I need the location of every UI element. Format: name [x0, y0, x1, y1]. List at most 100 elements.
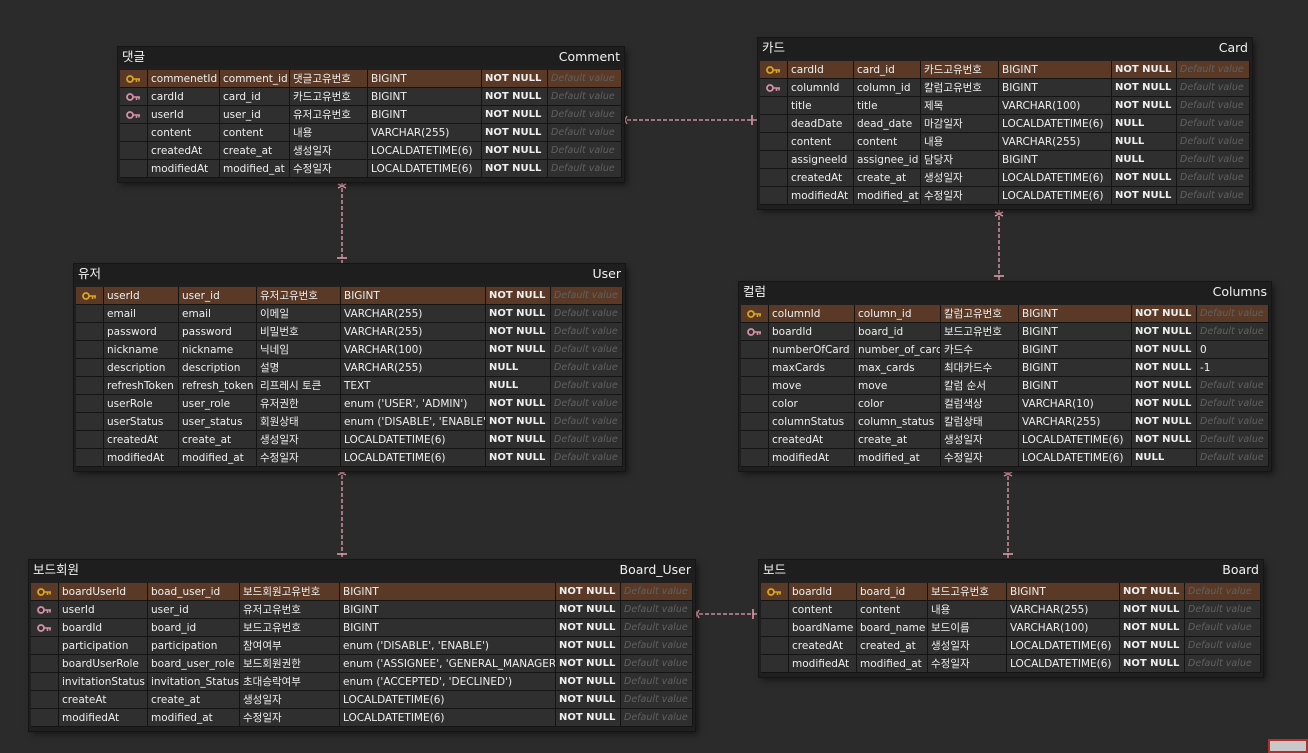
cell-name[interactable]: boardId	[769, 323, 855, 341]
cell-column[interactable]: create_at	[855, 431, 941, 449]
cell-name[interactable]: nickname	[104, 341, 179, 359]
cell-column[interactable]: modified_at	[855, 449, 941, 467]
table-row[interactable]: modifiedAt modified_at 수정일자 LOCALDATETIME(6…	[31, 709, 693, 727]
cell-column[interactable]: create_at	[220, 142, 290, 160]
table-row[interactable]: color color 컬럼색상 VARCHAR(10) NOT NULL Default…	[741, 395, 1269, 413]
cell-column[interactable]: board_id	[855, 323, 941, 341]
cell-desc[interactable]: 참여여부	[240, 637, 340, 655]
erd-canvas[interactable]: 댓글 Comment commenetId comment_id 댓글고유번호 BIGIN…	[0, 0, 1308, 753]
cell-name[interactable]: createdAt	[789, 637, 857, 655]
cell-nullable[interactable]: NOT NULL	[482, 70, 548, 88]
cell-desc[interactable]: 내용	[921, 133, 999, 151]
cell-nullable[interactable]: NOT NULL	[556, 619, 621, 637]
cell-name[interactable]: content	[148, 124, 220, 142]
cell-type[interactable]: BIGINT	[1019, 323, 1132, 341]
cell-type[interactable]: VARCHAR(255)	[341, 323, 486, 341]
cell-column[interactable]: user_status	[179, 413, 257, 431]
cell-desc[interactable]: 생성일자	[928, 637, 1007, 655]
cell-default[interactable]: Default value	[551, 413, 623, 431]
cell-name[interactable]: assigneeId	[788, 151, 854, 169]
cell-column[interactable]: user_id	[220, 106, 290, 124]
cell-default[interactable]: Default value	[548, 106, 622, 124]
cell-desc[interactable]: 칼럼고유번호	[941, 305, 1019, 323]
cell-default[interactable]: Default value	[1177, 169, 1250, 187]
cell-type[interactable]: VARCHAR(255)	[1007, 601, 1120, 619]
cell-nullable[interactable]: NOT NULL	[556, 583, 621, 601]
cell-type[interactable]: BIGINT	[340, 619, 556, 637]
cell-column[interactable]: create_at	[148, 691, 240, 709]
cell-name[interactable]: deadDate	[788, 115, 854, 133]
cell-name[interactable]: boardId	[59, 619, 148, 637]
cell-column[interactable]: board_id	[148, 619, 240, 637]
table-row[interactable]: title title 제목 VARCHAR(100) NOT NULL Default …	[760, 97, 1250, 115]
cell-default[interactable]: -1	[1197, 359, 1269, 377]
cell-type[interactable]: VARCHAR(255)	[341, 359, 486, 377]
cell-desc[interactable]: 최대카드수	[941, 359, 1019, 377]
cell-default[interactable]: Default value	[551, 395, 623, 413]
cell-type[interactable]: LOCALDATETIME(6)	[340, 709, 556, 727]
cell-desc[interactable]: 생성일자	[240, 691, 340, 709]
table-row[interactable]: boardUserId boad_user_id 보드회원고유번호 BIGINT NOT…	[31, 583, 693, 601]
cell-default[interactable]: Default value	[548, 70, 622, 88]
cell-type[interactable]: BIGINT	[1007, 583, 1120, 601]
cell-type[interactable]: LOCALDATETIME(6)	[341, 449, 486, 467]
cell-name[interactable]: maxCards	[769, 359, 855, 377]
cell-column[interactable]: refresh_token	[179, 377, 257, 395]
cell-column[interactable]: move	[855, 377, 941, 395]
cell-name[interactable]: columnStatus	[769, 413, 855, 431]
cell-default[interactable]: Default value	[548, 88, 622, 106]
cell-column[interactable]: max_cards	[855, 359, 941, 377]
table-row[interactable]: cardId card_id 카드고유번호 BIGINT NOT NULL Default…	[760, 61, 1250, 79]
table-row[interactable]: nickname nickname 닉네임 VARCHAR(100) NOT NULL D…	[76, 341, 623, 359]
cell-desc[interactable]: 유저권한	[257, 395, 341, 413]
cell-column[interactable]: board_id	[857, 583, 928, 601]
cell-default[interactable]: Default value	[551, 341, 623, 359]
table-row[interactable]: columnStatus column_status 칼럼상태 VARCHAR(255…	[741, 413, 1269, 431]
cell-type[interactable]: BIGINT	[340, 601, 556, 619]
cell-desc[interactable]: 설명	[257, 359, 341, 377]
table-row[interactable]: assigneeId assignee_id 담당자 BIGINT NULL Defaul…	[760, 151, 1250, 169]
cell-type[interactable]: enum ('DISABLE', 'ENABLE')	[341, 413, 486, 431]
cell-name[interactable]: modifiedAt	[769, 449, 855, 467]
table-row[interactable]: createdAt create_at 생성일자 LOCALDATETIME(6) NO…	[760, 169, 1250, 187]
cell-type[interactable]: VARCHAR(255)	[368, 124, 482, 142]
cell-column[interactable]: card_id	[220, 88, 290, 106]
cell-column[interactable]: dead_date	[854, 115, 921, 133]
cell-default[interactable]: Default value	[621, 691, 693, 709]
table-row[interactable]: modifiedAt modified_at 수정일자 LOCALDATETIME(6…	[760, 187, 1250, 205]
cell-default[interactable]: Default value	[551, 359, 623, 377]
cell-nullable[interactable]: NOT NULL	[482, 142, 548, 160]
table-row[interactable]: userId user_id 유저고유번호 BIGINT NOT NULL Default…	[31, 601, 693, 619]
cell-default[interactable]: Default value	[1177, 133, 1250, 151]
cell-desc[interactable]: 카드고유번호	[290, 88, 368, 106]
cell-default[interactable]: Default value	[551, 377, 623, 395]
cell-nullable[interactable]: NULL	[1132, 449, 1197, 467]
cell-desc[interactable]: 회원상태	[257, 413, 341, 431]
cell-name[interactable]: cardId	[148, 88, 220, 106]
cell-nullable[interactable]: NOT NULL	[486, 413, 551, 431]
cell-default[interactable]: Default value	[1197, 305, 1269, 323]
cell-name[interactable]: email	[104, 305, 179, 323]
cell-desc[interactable]: 비밀번호	[257, 323, 341, 341]
cell-name[interactable]: modifiedAt	[59, 709, 148, 727]
cell-desc[interactable]: 생성일자	[290, 142, 368, 160]
table-row[interactable]: createdAt created_at 생성일자 LOCALDATETIME(6) N…	[761, 637, 1261, 655]
cell-nullable[interactable]: NOT NULL	[556, 601, 621, 619]
cell-desc[interactable]: 보드회원고유번호	[240, 583, 340, 601]
cell-nullable[interactable]: NOT NULL	[1112, 97, 1177, 115]
table-row[interactable]: modifiedAt modified_at 수정일자 LOCALDATETIME(6…	[76, 449, 623, 467]
cell-desc[interactable]: 유저고유번호	[240, 601, 340, 619]
cell-name[interactable]: modifiedAt	[148, 160, 220, 178]
table-row[interactable]: boardUserRole board_user_role 보드회원권한 enum (…	[31, 655, 693, 673]
table-row[interactable]: createdAt create_at 생성일자 LOCALDATETIME(6) NO…	[76, 431, 623, 449]
cell-nullable[interactable]: NOT NULL	[1132, 377, 1197, 395]
cell-name[interactable]: commenetId	[148, 70, 220, 88]
table-row[interactable]: password password 비밀번호 VARCHAR(255) NOT NULL…	[76, 323, 623, 341]
cell-type[interactable]: VARCHAR(255)	[999, 133, 1112, 151]
table-row[interactable]: boardName board_name 보드이름 VARCHAR(100) NOT N…	[761, 619, 1261, 637]
cell-default[interactable]: Default value	[621, 709, 693, 727]
cell-default[interactable]: Default value	[551, 449, 623, 467]
table-row[interactable]: deadDate dead_date 마감일자 LOCALDATETIME(6) NUL…	[760, 115, 1250, 133]
cell-default[interactable]: Default value	[1177, 151, 1250, 169]
cell-default[interactable]: Default value	[548, 160, 622, 178]
